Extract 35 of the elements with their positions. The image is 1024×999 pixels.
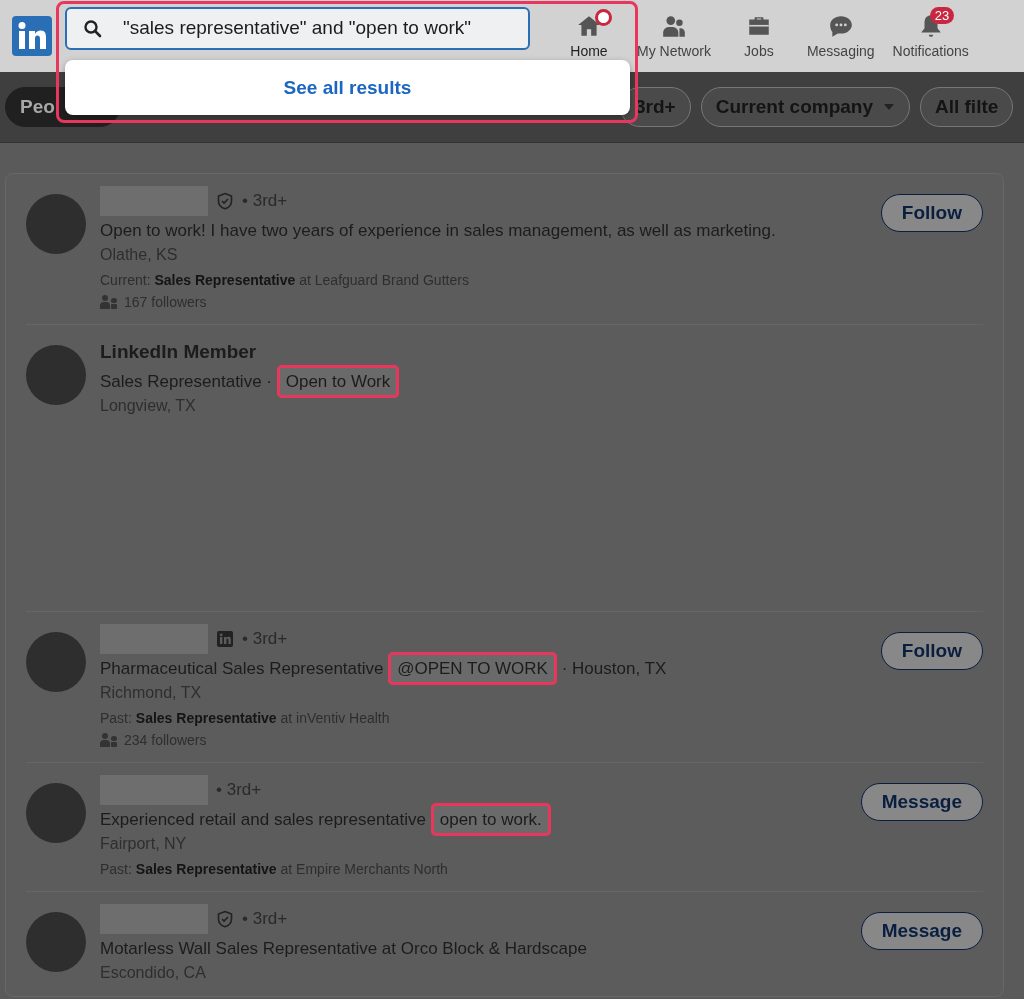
avatar-photo-placeholder[interactable]: [26, 783, 86, 843]
shield-check-icon: [216, 192, 234, 210]
follow-button[interactable]: Follow: [880, 632, 983, 670]
people-icon: [660, 13, 687, 39]
shield-check-icon: [216, 910, 234, 928]
people-icon: [100, 294, 118, 310]
highlighted-phrase: open to work.: [430, 803, 551, 836]
caret-icon: [883, 103, 895, 111]
headline-text: Experienced retail and sales representative: [100, 810, 428, 829]
headline-text: Motarless Wall Sales Representative at Orco Block & Hardscape: [100, 939, 587, 958]
notification-badge: 23: [929, 7, 955, 24]
message-button[interactable]: Message: [860, 783, 983, 821]
headline-text: · Houston, TX: [560, 659, 667, 678]
headline-text: Pharmaceutical Sales Representative: [100, 659, 385, 678]
avatar-photo-placeholder[interactable]: [26, 632, 86, 692]
avatar-photo-placeholder[interactable]: [26, 194, 86, 254]
nav-item[interactable]: Jobs: [719, 0, 798, 72]
headline-text: Open to work! I have two years of experience in sales management, as well as marketing.: [100, 221, 776, 240]
follow-button[interactable]: Follow: [880, 194, 983, 232]
see-all-results-link[interactable]: See all results: [283, 76, 412, 99]
highlighted-phrase: @OPEN TO WORK: [388, 652, 557, 685]
search-field[interactable]: "sales representative" and "open to work": [65, 6, 530, 50]
highlighted-phrase: Open to Work: [276, 365, 400, 398]
nav-item[interactable]: 23 Notifications: [883, 0, 978, 72]
in-badge-icon: [216, 630, 234, 648]
nav-item[interactable]: Home: [550, 0, 628, 72]
people-icon: [100, 732, 118, 748]
avatar-photo-placeholder[interactable]: [26, 345, 86, 405]
nav-item[interactable]: My Network: [628, 0, 720, 72]
chat-bubble-icon: [827, 13, 854, 39]
search-icon: [83, 18, 103, 39]
headline-text: Sales Representative ·: [100, 372, 273, 391]
nav-item[interactable]: Messaging: [797, 0, 884, 72]
message-button[interactable]: Message: [860, 912, 983, 950]
avatar-photo-placeholder[interactable]: [26, 912, 86, 972]
